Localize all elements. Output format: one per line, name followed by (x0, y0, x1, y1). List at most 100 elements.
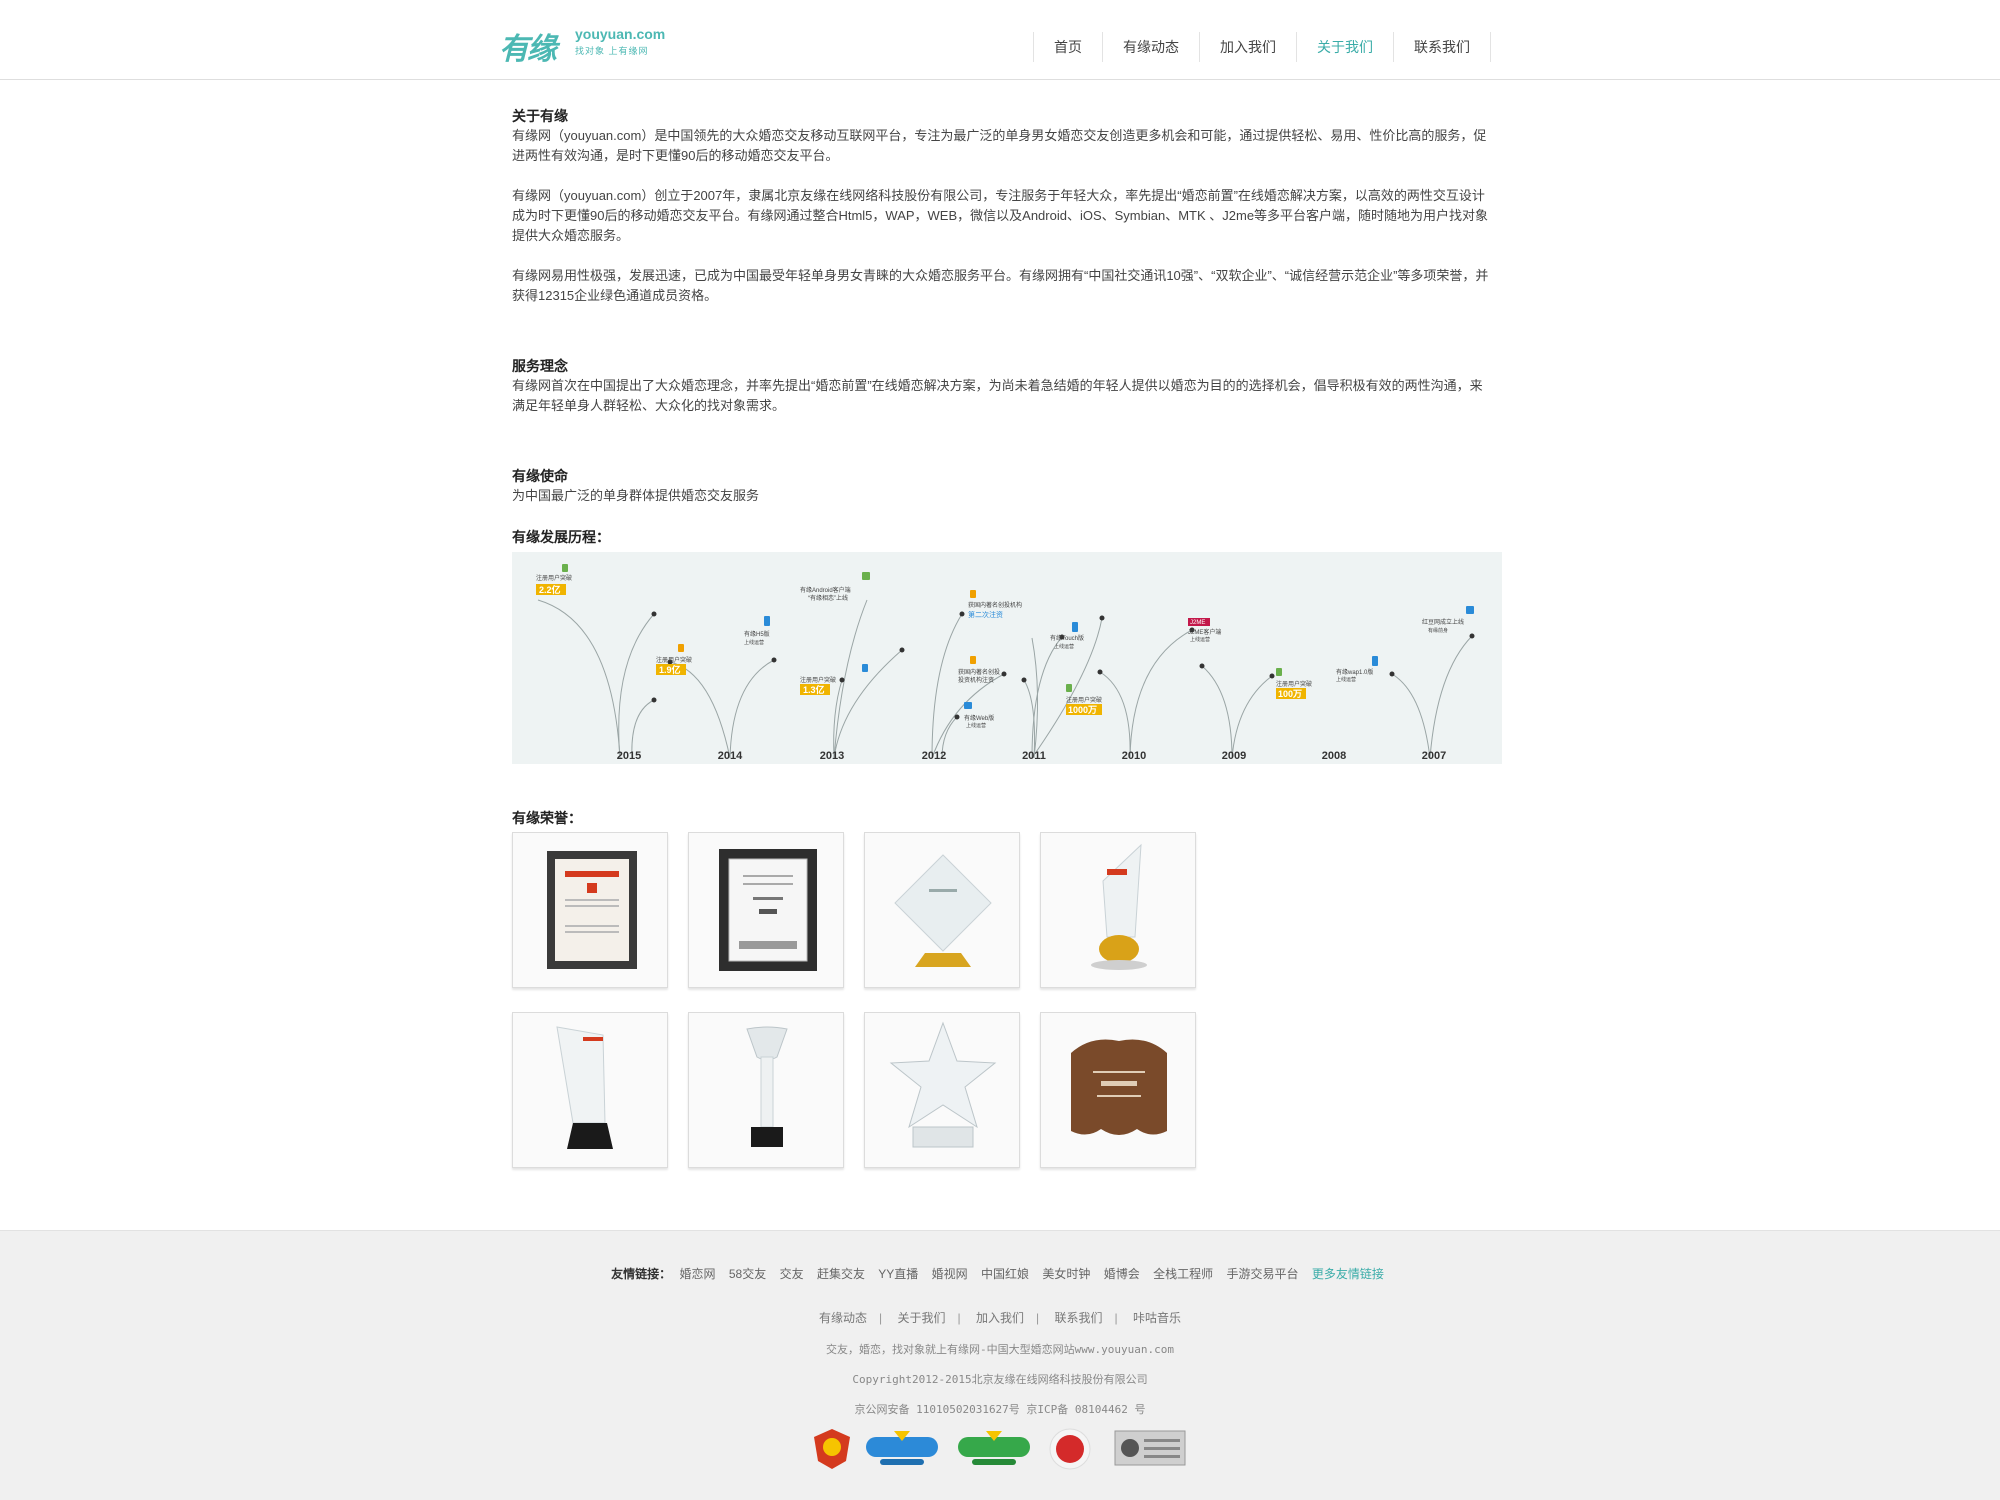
honor-certificate-2[interactable] (688, 832, 844, 988)
footer-nav-separator: | (957, 1311, 961, 1325)
logo-domain: youyuan.com (575, 26, 666, 42)
honor-crystal-black-base[interactable] (512, 1012, 668, 1168)
friend-link[interactable]: 美女时钟 (1042, 1267, 1090, 1281)
svg-text:1000万: 1000万 (1068, 705, 1097, 715)
logo[interactable]: 有缘 youyuan.com 找对象 上有缘网 (499, 24, 665, 67)
svg-text:100万: 100万 (1278, 689, 1302, 699)
more-friend-links-link[interactable]: 更多友情链接 (1312, 1267, 1384, 1281)
svg-text:有缘Web版: 有缘Web版 (964, 714, 994, 722)
footer-nav-music[interactable]: 咔咕音乐 (1133, 1311, 1181, 1325)
crystal-trophy-image (556, 1026, 613, 1149)
about-paragraph-1: 有缘网（youyuan.com）是中国领先的大众婚恋交友移动互联网平台，专注为最… (512, 128, 1487, 163)
svg-text:有缘Touch版: 有缘Touch版 (1050, 634, 1084, 642)
honor-crystal-star[interactable] (864, 1012, 1020, 1168)
timeline-year-2015: 2015 (617, 750, 641, 762)
crystal-trophy-image (1091, 843, 1147, 970)
footer-nav-news[interactable]: 有缘动态 (819, 1311, 867, 1325)
friend-link[interactable]: 58交友 (729, 1267, 766, 1281)
footer-copyright: Copyright2012-2015北京友缘在线网络科技股份有限公司 (852, 1373, 1148, 1386)
svg-text:2.2亿: 2.2亿 (539, 584, 561, 595)
about-section: 关于有缘 有缘网（youyuan.com）是中国领先的大众婚恋交友移动互联网平台… (512, 106, 1492, 306)
service-title: 服务理念 (512, 358, 568, 374)
timeline-year-2007: 2007 (1422, 750, 1446, 762)
svg-text:红豆网成立上线: 红豆网成立上线 (1422, 618, 1464, 626)
about-paragraph-2: 有缘网（youyuan.com）创立于2007年，隶属北京友缘在线网络科技股份有… (512, 188, 1489, 243)
svg-text:注册用户突破: 注册用户突破 (1276, 680, 1312, 688)
timeline-year-2008: 2008 (1322, 750, 1346, 762)
footer-tagline: 交友，婚恋，找对象就上有缘网-中国大型婚恋网站www.youyuan.com (826, 1343, 1174, 1356)
friend-link[interactable]: 手游交易平台 (1226, 1267, 1298, 1281)
site-header: 有缘 youyuan.com 找对象 上有缘网 首页 有缘动态 加入我们 关于我… (0, 0, 2000, 80)
about-paragraph-3: 有缘网易用性极强，发展迅速，已成为中国最受年轻单身男女青睐的大众婚恋服务平台。有… (512, 268, 1489, 303)
footer-nav-separator: | (1036, 1311, 1040, 1325)
friend-link[interactable]: 婚视网 (932, 1267, 968, 1281)
friend-link[interactable]: 赶集交友 (817, 1267, 865, 1281)
industry-verified-badge-icon[interactable] (956, 1427, 1032, 1471)
svg-text:注册用户突破: 注册用户突破 (1066, 696, 1102, 704)
nav-join[interactable]: 加入我们 (1199, 32, 1296, 62)
nav-about[interactable]: 关于我们 (1296, 32, 1393, 62)
svg-text:有缘Android客户端: 有缘Android客户端 (800, 586, 851, 594)
about-title: 关于有缘 (512, 108, 568, 124)
svg-text:上线运营: 上线运营 (1054, 643, 1074, 650)
footer-nav-separator: | (879, 1311, 883, 1325)
honors-title: 有缘荣誉： (512, 810, 582, 826)
svg-text:上线运营: 上线运营 (1336, 676, 1356, 683)
friend-link[interactable]: 交友 (780, 1267, 804, 1281)
svg-text:第二次注资: 第二次注资 (968, 610, 1003, 619)
svg-text:上线运营: 上线运营 (1190, 636, 1210, 643)
footer-nav-join[interactable]: 加入我们 (976, 1311, 1024, 1325)
certificate-image (719, 849, 817, 971)
svg-text:注册用户突破: 注册用户突破 (536, 574, 572, 582)
timeline-title: 有缘发展历程： (512, 529, 610, 545)
honor-wooden-plaque[interactable] (1040, 1012, 1196, 1168)
crystal-trophy-image (746, 1026, 788, 1147)
honor-crystal-diamond[interactable] (864, 832, 1020, 988)
footer-nav-about[interactable]: 关于我们 (898, 1311, 946, 1325)
svg-text:上线运营: 上线运营 (966, 722, 986, 729)
timeline-graphic: 2015 2014 2013 2012 2011 2010 2009 2008 … (512, 552, 1502, 764)
honor-crystal-cup[interactable] (688, 1012, 844, 1168)
mission-section: 有缘使命 为中国最广泛的单身群体提供婚恋交友服务 (512, 466, 1492, 506)
logo-slogan: 找对象 上有缘网 (575, 46, 649, 56)
nav-home[interactable]: 首页 (1033, 32, 1102, 62)
network-certification-badge-icon[interactable] (1114, 1427, 1186, 1471)
friend-link[interactable]: 中国红娘 (981, 1267, 1029, 1281)
friend-links: 友情链接： 婚恋网 58交友 交友 赶集交友 YY直播 婚视网 中国红娘 美女时… (0, 1265, 2000, 1282)
nav-news[interactable]: 有缘动态 (1102, 32, 1199, 62)
mission-paragraph: 为中国最广泛的单身群体提供婚恋交友服务 (512, 488, 760, 503)
footer-icp: 京公网安备 11010502031627号 京ICP备 08104462 号 (854, 1403, 1146, 1416)
mission-title: 有缘使命 (512, 468, 568, 484)
about-content: 关于有缘 有缘网（youyuan.com）是中国领先的大众婚恋交友移动互联网平台… (512, 106, 1492, 528)
credit-badge-icon[interactable] (1048, 1427, 1092, 1471)
honor-certificate-1[interactable] (512, 832, 668, 988)
svg-text:获国内著名创投机构: 获国内著名创投机构 (968, 601, 1022, 609)
svg-text:注册用户突破: 注册用户突破 (656, 656, 692, 664)
svg-text:有缘wap1.0版: 有缘wap1.0版 (1336, 668, 1373, 676)
service-section: 服务理念 有缘网首次在中国提出了大众婚恋理念，并率先提出“婚恋前置”在线婚恋解决… (512, 356, 1492, 416)
timeline-year-2013: 2013 (820, 750, 844, 762)
svg-text:获国内著名创投: 获国内著名创投 (958, 668, 1000, 676)
business-license-badge-icon[interactable] (812, 1427, 852, 1471)
real-name-verified-badge-icon[interactable] (864, 1427, 940, 1471)
svg-text:1.9亿: 1.9亿 (659, 664, 681, 675)
honor-crystal-flame[interactable] (1040, 832, 1196, 988)
main-nav: 首页 有缘动态 加入我们 关于我们 联系我们 (1033, 32, 1491, 62)
timeline-year-2014: 2014 (718, 750, 743, 762)
nav-contact[interactable]: 联系我们 (1393, 32, 1491, 62)
friend-link[interactable]: 婚博会 (1104, 1267, 1140, 1281)
friend-link[interactable]: YY直播 (878, 1267, 918, 1281)
friend-link[interactable]: 全栈工程师 (1153, 1267, 1213, 1281)
timeline-year-2011: 2011 (1022, 750, 1046, 762)
friend-link[interactable]: 婚恋网 (680, 1267, 716, 1281)
svg-text:J2ME客户端: J2ME客户端 (1188, 628, 1221, 636)
footer-nav-contact[interactable]: 联系我们 (1054, 1311, 1102, 1325)
crystal-trophy-image (889, 1021, 997, 1148)
plaque-image (1071, 1039, 1167, 1135)
svg-text:1.3亿: 1.3亿 (803, 684, 825, 695)
timeline-year-2012: 2012 (922, 750, 946, 762)
svg-text:有缘H5版: 有缘H5版 (744, 630, 770, 638)
svg-text:有缘前身: 有缘前身 (1428, 627, 1448, 634)
crystal-trophy-image (894, 854, 992, 967)
svg-text:投资机构注资: 投资机构注资 (958, 676, 994, 684)
